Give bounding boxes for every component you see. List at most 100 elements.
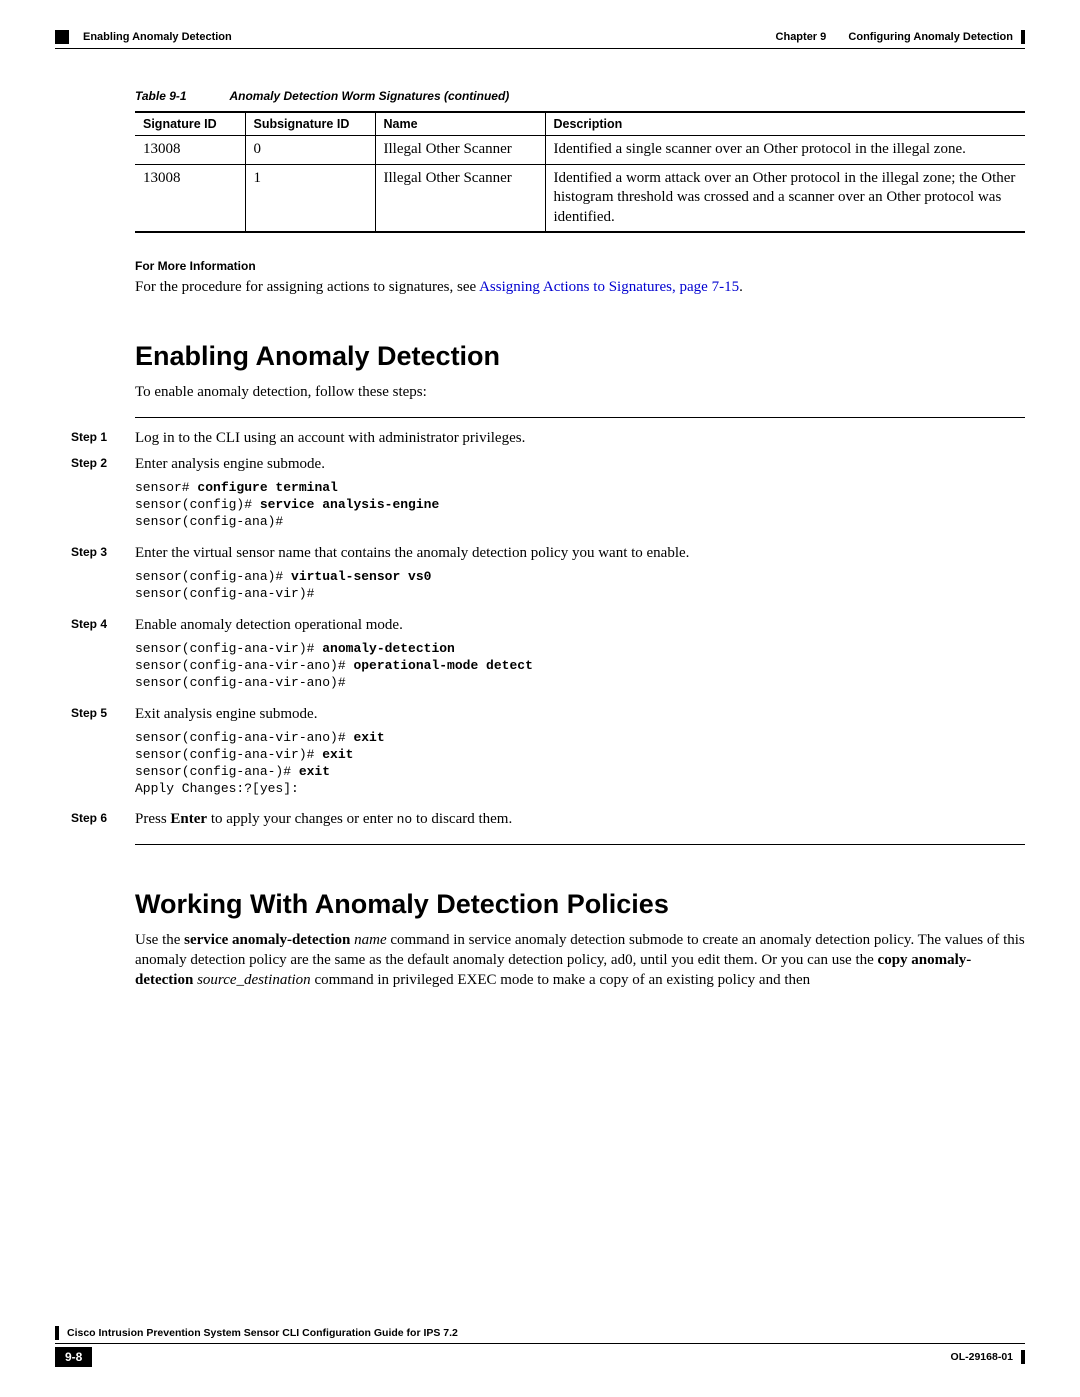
cell-subsigid: 1 <box>245 164 375 232</box>
steps-bottom-rule <box>135 844 1025 845</box>
code-block: sensor(config-ana-vir-ano)# exit sensor(… <box>135 730 1025 798</box>
code-block: sensor(config-ana)# virtual-sensor vs0 s… <box>135 569 1025 603</box>
header-bar-icon <box>1021 30 1025 44</box>
code-bold: configure terminal <box>197 480 337 495</box>
table-label: Table 9-1 <box>135 89 187 103</box>
cell-desc: Identified a single scanner over an Othe… <box>545 136 1025 165</box>
code-pre: sensor(config-ana-)# <box>135 764 299 779</box>
more-info-after: . <box>739 279 743 295</box>
step-3: Step 3 Enter the virtual sensor name tha… <box>71 543 1025 609</box>
table-caption-text: Anomaly Detection Worm Signatures (conti… <box>229 89 509 103</box>
step-body: Enable anomaly detection operational mod… <box>135 615 1025 698</box>
step-mono: no <box>397 812 413 827</box>
content-area: Table 9-1 Anomaly Detection Worm Signatu… <box>135 89 1025 297</box>
footer-guide-title: Cisco Intrusion Prevention System Sensor… <box>67 1327 458 1339</box>
section-title-enabling: Enabling Anomaly Detection <box>135 341 1025 372</box>
cell-name: Illegal Other Scanner <box>375 136 545 165</box>
step-text: Enter analysis engine submode. <box>135 454 1025 474</box>
running-header: Enabling Anomaly Detection Chapter 9 Con… <box>55 30 1025 44</box>
more-info-before: For the procedure for assigning actions … <box>135 279 479 295</box>
cell-desc: Identified a worm attack over an Other p… <box>545 164 1025 232</box>
para-italic: source_destination <box>197 972 311 988</box>
step-2: Step 2 Enter analysis engine submode. se… <box>71 454 1025 537</box>
para-italic: name <box>354 932 387 948</box>
col-desc: Description <box>545 112 1025 136</box>
step-text: Log in to the CLI using an account with … <box>135 428 1025 448</box>
step-label: Step 5 <box>71 704 117 804</box>
section-title-working: Working With Anomaly Detection Policies <box>135 889 1025 920</box>
code-bold: operational-mode detect <box>353 658 532 673</box>
step-label: Step 6 <box>71 809 117 829</box>
table-header-row: Signature ID Subsignature ID Name Descri… <box>135 112 1025 136</box>
table-caption: Table 9-1 Anomaly Detection Worm Signatu… <box>135 89 1025 103</box>
code-pre: sensor(config-ana)# <box>135 514 283 529</box>
xref-link[interactable]: Assigning Actions to Signatures, page 7-… <box>479 279 739 295</box>
code-pre: sensor(config-ana-vir-ano)# <box>135 730 353 745</box>
table-row: 13008 1 Illegal Other Scanner Identified… <box>135 164 1025 232</box>
cell-name: Illegal Other Scanner <box>375 164 545 232</box>
step-text: Exit analysis engine submode. <box>135 704 1025 724</box>
section1-intro: To enable anomaly detection, follow thes… <box>135 382 1025 402</box>
code-pre: sensor(config-ana-vir)# <box>135 747 322 762</box>
col-sigid: Signature ID <box>135 112 245 136</box>
header-square-icon <box>55 30 69 44</box>
step-6: Step 6 Press Enter to apply your changes… <box>71 809 1025 829</box>
code-bold: exit <box>353 730 384 745</box>
code-bold: anomaly-detection <box>322 641 455 656</box>
footer-bar-icon <box>1021 1350 1025 1364</box>
code-pre: sensor(config)# <box>135 497 260 512</box>
code-bold: exit <box>299 764 330 779</box>
header-right: Chapter 9 Configuring Anomaly Detection <box>776 30 1025 44</box>
code-pre: sensor(config-ana-vir)# <box>135 586 314 601</box>
step-body: Exit analysis engine submode. sensor(con… <box>135 704 1025 804</box>
step-label: Step 1 <box>71 428 117 448</box>
footer-doc-id: OL-29168-01 <box>951 1351 1013 1363</box>
footer-title-row: Cisco Intrusion Prevention System Sensor… <box>55 1326 1025 1340</box>
code-bold: exit <box>322 747 353 762</box>
page-number: 9-8 <box>55 1347 92 1367</box>
para-bold: service anomaly-detection <box>184 932 350 948</box>
code-pre: sensor# <box>135 480 197 495</box>
signatures-table: Signature ID Subsignature ID Name Descri… <box>135 111 1025 233</box>
step-label: Step 3 <box>71 543 117 609</box>
step-text: Enable anomaly detection operational mod… <box>135 615 1025 635</box>
step-body: Press Enter to apply your changes or ent… <box>135 809 1025 829</box>
header-left: Enabling Anomaly Detection <box>55 30 232 44</box>
step-1: Step 1 Log in to the CLI using an accoun… <box>71 428 1025 448</box>
code-pre: sensor(config-ana-vir-ano)# <box>135 675 346 690</box>
steps-container: Step 1 Log in to the CLI using an accoun… <box>135 417 1025 845</box>
steps-list: Step 1 Log in to the CLI using an accoun… <box>71 428 1025 830</box>
para-frag: command in privileged EXEC mode to make … <box>311 972 810 988</box>
header-chapter-title: Configuring Anomaly Detection <box>848 31 1013 43</box>
cell-sigid: 13008 <box>135 164 245 232</box>
header-chapter-label: Chapter 9 <box>776 31 827 43</box>
header-divider <box>55 48 1025 49</box>
section2-body: Use the service anomaly-detection name c… <box>135 930 1025 991</box>
code-block: sensor# configure terminal sensor(config… <box>135 480 1025 531</box>
step-5: Step 5 Exit analysis engine submode. sen… <box>71 704 1025 804</box>
footer-bar-icon <box>55 1326 59 1340</box>
step-text-frag: to discard them. <box>412 811 512 827</box>
step-body: Enter analysis engine submode. sensor# c… <box>135 454 1025 537</box>
more-info-text: For the procedure for assigning actions … <box>135 277 1025 297</box>
footer-bottom-row: 9-8 OL-29168-01 <box>55 1347 1025 1367</box>
col-name: Name <box>375 112 545 136</box>
section1-body: To enable anomaly detection, follow thes… <box>135 382 1025 402</box>
header-section-label: Enabling Anomaly Detection <box>83 31 232 43</box>
footer-divider <box>55 1343 1025 1344</box>
step-text-frag: Press <box>135 811 170 827</box>
code-block: sensor(config-ana-vir)# anomaly-detectio… <box>135 641 1025 692</box>
step-label: Step 4 <box>71 615 117 698</box>
step-text-frag: to apply your changes or enter <box>207 811 397 827</box>
footer-right: OL-29168-01 <box>951 1350 1025 1364</box>
cell-sigid: 13008 <box>135 136 245 165</box>
para-frag: Use the <box>135 932 184 948</box>
code-pre: sensor(config-ana)# <box>135 569 291 584</box>
code-pre: sensor(config-ana-vir)# <box>135 641 322 656</box>
page-footer: Cisco Intrusion Prevention System Sensor… <box>55 1326 1025 1367</box>
cell-subsigid: 0 <box>245 136 375 165</box>
code-pre: Apply Changes:?[yes]: <box>135 781 299 796</box>
table-row: 13008 0 Illegal Other Scanner Identified… <box>135 136 1025 165</box>
step-4: Step 4 Enable anomaly detection operatio… <box>71 615 1025 698</box>
step-label: Step 2 <box>71 454 117 537</box>
